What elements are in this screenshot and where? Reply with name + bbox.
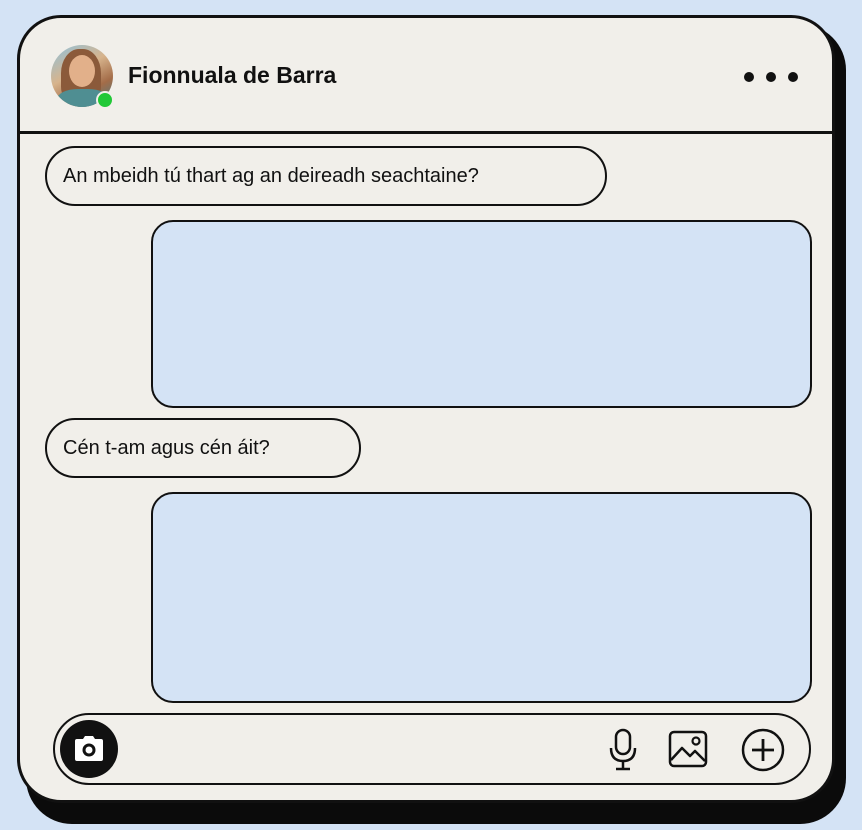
avatar-face: [69, 55, 95, 87]
image-icon[interactable]: [668, 730, 708, 768]
message-composer[interactable]: [53, 713, 811, 785]
chat-header: Fionnuala de Barra: [20, 18, 832, 134]
microphone-icon[interactable]: [606, 728, 640, 772]
camera-icon: [75, 736, 103, 761]
contact-name[interactable]: Fionnuala de Barra: [128, 62, 336, 89]
message-incoming: Cén t-am agus cén áit?: [45, 418, 361, 478]
plus-circle-icon[interactable]: [741, 728, 785, 772]
message-incoming: An mbeidh tú thart ag an deireadh seacht…: [45, 146, 607, 206]
more-horizontal-icon[interactable]: [743, 71, 799, 83]
message-outgoing: [151, 492, 812, 703]
message-outgoing: [151, 220, 812, 408]
chat-window: Fionnuala de Barra An mbeidh tú thart ag…: [17, 15, 835, 803]
camera-button[interactable]: [60, 720, 118, 778]
online-status-dot: [96, 91, 114, 109]
